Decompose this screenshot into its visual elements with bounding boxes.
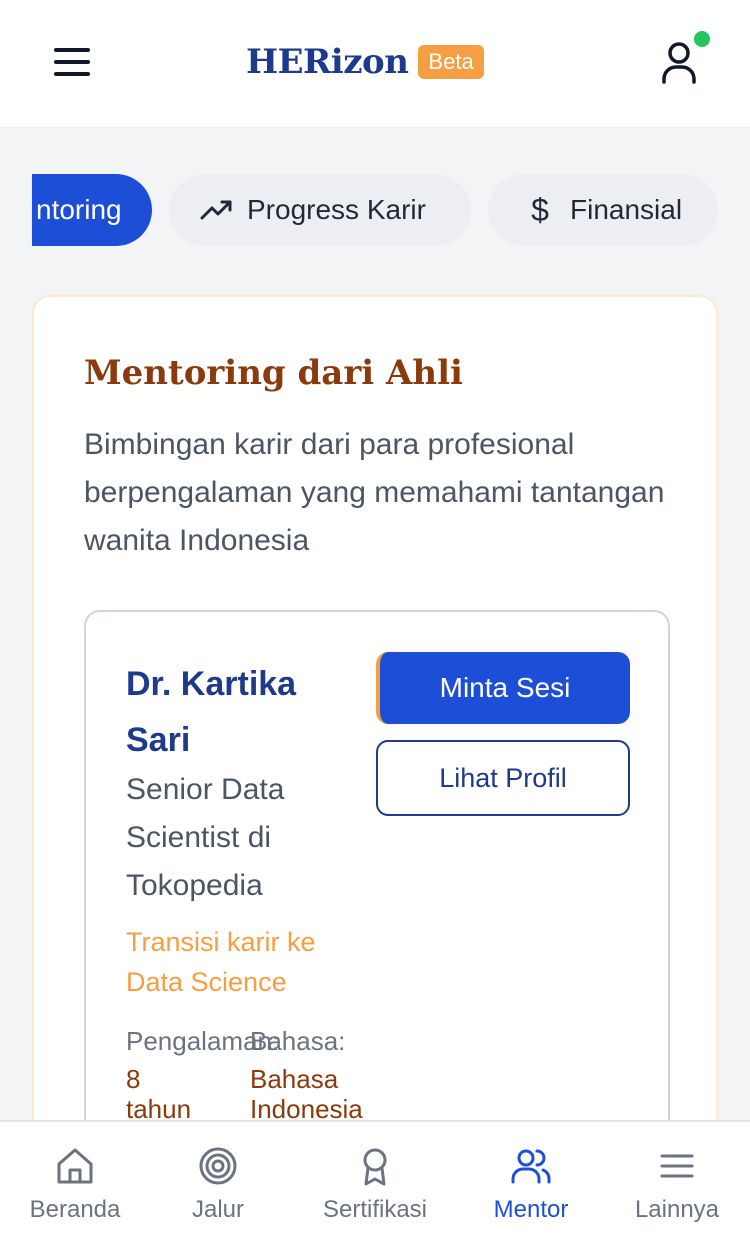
mentor-transition: Transisi karir ke Data Science [126, 927, 316, 997]
menu-icon [660, 1154, 694, 1178]
app-screen: HERizon Beta ntoring Progress Karir $ Fi… [0, 0, 750, 1240]
nav-item-mentor[interactable]: Mentor [456, 1122, 606, 1240]
beta-badge: Beta [418, 45, 484, 79]
home-icon [57, 1148, 93, 1184]
nav-item-lainnya[interactable]: Lainnya [602, 1122, 750, 1240]
hamburger-line [54, 72, 90, 76]
request-session-button[interactable]: Minta Sesi [376, 652, 630, 724]
nav-label: Lainnya [634, 1196, 720, 1223]
online-status-dot [694, 31, 710, 47]
nav-label: Beranda [29, 1196, 121, 1223]
tab-progress-karir[interactable]: Progress Karir [169, 174, 471, 246]
section-description: Bimbingan karir dari para profesional be… [84, 428, 665, 557]
dollar-icon: $ [531, 191, 549, 228]
app-header: HERizon Beta [0, 0, 750, 128]
nav-label: Mentor [493, 1196, 569, 1223]
hamburger-line [54, 60, 90, 64]
tab-finansial[interactable]: $ Finansial [488, 174, 718, 246]
experience-value: 8 tahun [126, 1064, 192, 1124]
category-tabs: ntoring Progress Karir $ Finansial [32, 174, 750, 248]
tab-mentoring[interactable]: ntoring [32, 174, 152, 246]
award-icon [363, 1148, 387, 1186]
mentor-role: Senior Data Scientist di Tokopedia [126, 773, 285, 902]
nav-label: Jalur [191, 1196, 245, 1223]
view-profile-button[interactable]: Lihat Profil [376, 740, 630, 816]
target-icon [199, 1147, 237, 1185]
users-icon [511, 1149, 551, 1184]
mentoring-section-card: Mentoring dari Ahli Bimbingan karir dari… [32, 295, 718, 1210]
nav-item-jalur[interactable]: Jalur [143, 1122, 293, 1240]
language-label: Bahasa: [250, 1026, 346, 1056]
tab-label: Finansial [570, 194, 683, 225]
tab-label: ntoring [36, 194, 122, 225]
nav-label: Sertifikasi [322, 1196, 428, 1223]
brand-logo[interactable]: HERizon Beta [246, 42, 484, 82]
hamburger-line [54, 48, 90, 52]
language-value: Bahasa Indonesia [250, 1064, 363, 1124]
bottom-navigation: Beranda Jalur Sertifikasi Mentor Lainnya [0, 1120, 750, 1240]
section-title: Mentoring dari Ahli [84, 353, 463, 393]
trending-up-icon [199, 194, 235, 226]
mentor-name: Dr. Kartika Sari [126, 665, 297, 759]
nav-item-sertifikasi[interactable]: Sertifikasi [300, 1122, 450, 1240]
nav-item-beranda[interactable]: Beranda [0, 1122, 150, 1240]
hamburger-menu-button[interactable] [52, 44, 92, 80]
tab-label: Progress Karir [247, 194, 426, 225]
brand-name: HERizon [246, 42, 409, 82]
